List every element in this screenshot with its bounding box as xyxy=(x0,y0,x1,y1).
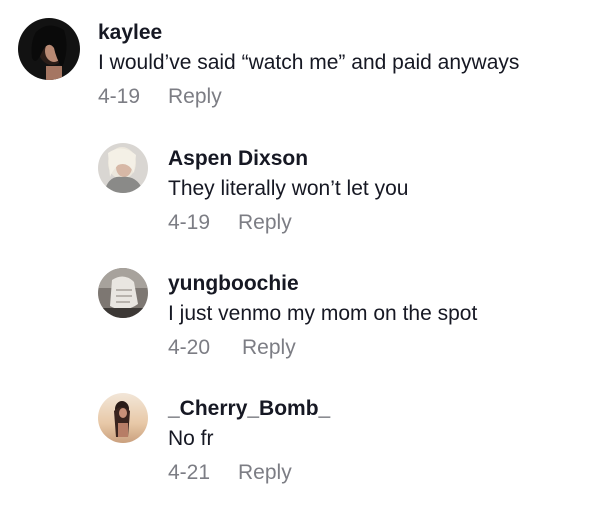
comment-meta: 4-19 Reply xyxy=(98,84,519,110)
comment-text: I just venmo my mom on the spot xyxy=(168,302,478,325)
comment-meta: 4-21 Reply xyxy=(168,460,330,486)
reply-button[interactable]: Reply xyxy=(168,84,222,110)
comment-date: 4-21 xyxy=(168,461,211,484)
comment-username[interactable]: Aspen Dixson xyxy=(168,146,408,172)
comment-item: yungboochie I just venmo my mom on the s… xyxy=(98,268,477,361)
comment-text: No fr xyxy=(168,427,214,450)
comment-item: kaylee I would’ve said “watch me” and pa… xyxy=(18,18,519,110)
comment-body: yungboochie I just venmo my mom on the s… xyxy=(168,271,477,361)
comment-username[interactable]: kaylee xyxy=(98,20,519,46)
reply-button[interactable]: Reply xyxy=(242,335,296,361)
comment-body: Aspen Dixson They literally won’t let yo… xyxy=(168,146,408,236)
comment-text: I would’ve said “watch me” and paid anyw… xyxy=(98,51,520,74)
comment-meta: 4-19 Reply xyxy=(168,210,408,236)
comment-date: 4-19 xyxy=(168,211,211,234)
comment-body: kaylee I would’ve said “watch me” and pa… xyxy=(98,20,519,110)
avatar-photo xyxy=(98,143,148,193)
avatar-photo xyxy=(98,393,148,443)
avatar[interactable] xyxy=(18,18,80,80)
comment-username[interactable]: _Cherry_Bomb_ xyxy=(168,396,330,422)
comment-item: _Cherry_Bomb_ No fr 4-21 Reply xyxy=(98,393,330,486)
comment-meta: 4-20 Reply xyxy=(168,335,477,361)
comment-date: 4-20 xyxy=(168,336,211,359)
comment-text: They literally won’t let you xyxy=(168,177,409,200)
comment-body: _Cherry_Bomb_ No fr 4-21 Reply xyxy=(168,396,330,486)
avatar[interactable] xyxy=(98,393,148,443)
avatar-photo xyxy=(98,268,148,318)
reply-button[interactable]: Reply xyxy=(238,460,292,486)
avatar[interactable] xyxy=(98,268,148,318)
comment-date: 4-19 xyxy=(98,85,141,108)
avatar-photo xyxy=(18,18,80,80)
comment-username[interactable]: yungboochie xyxy=(168,271,477,297)
reply-button[interactable]: Reply xyxy=(238,210,292,236)
comment-item: Aspen Dixson They literally won’t let yo… xyxy=(98,143,408,236)
avatar[interactable] xyxy=(98,143,148,193)
